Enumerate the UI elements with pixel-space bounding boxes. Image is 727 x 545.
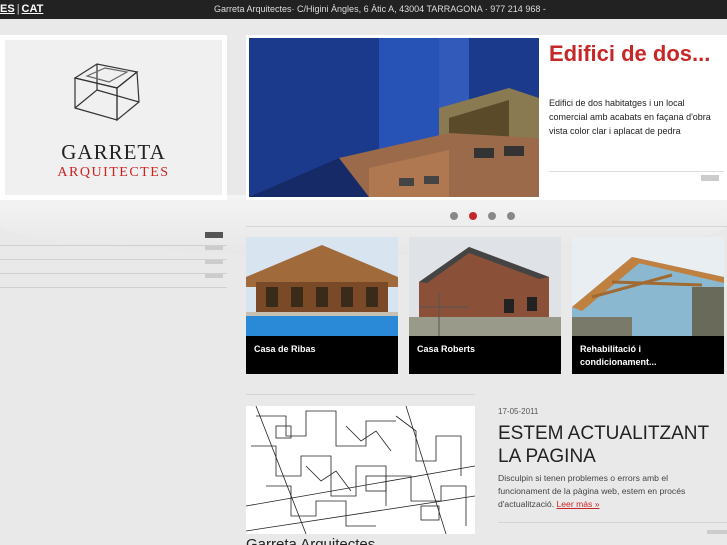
slider-dot-active[interactable] xyxy=(469,212,477,220)
project-caption: Casa Roberts xyxy=(417,344,476,354)
slide-more-tab[interactable] xyxy=(701,175,719,181)
section-divider xyxy=(246,226,727,227)
contact-address: Garreta Arquitectes· C/Higini Àngles, 6 … xyxy=(214,4,546,14)
news-title[interactable]: ESTEM ACTUALITZANT LA PAGINA xyxy=(498,422,718,468)
project-caption: Casa de Ribas xyxy=(254,344,316,354)
slider-pagination xyxy=(450,207,526,225)
slider-dot[interactable] xyxy=(507,212,515,220)
slider-dot[interactable] xyxy=(488,212,496,220)
sidebar-item[interactable] xyxy=(0,274,227,288)
project-caption: Rehabilitació i condicionament... xyxy=(580,344,657,367)
featured-slider: Edifici de dos... Edifici de dos habitat… xyxy=(246,35,727,200)
project-image xyxy=(572,237,724,336)
slide-description: Edifici de dos habitatges i un local com… xyxy=(549,98,711,136)
bottom-section-title: Garreta Arquitectes xyxy=(246,536,376,545)
project-image xyxy=(246,237,398,336)
project-card-rehabilitacio[interactable]: Rehabilitació i condicionament... xyxy=(572,237,724,374)
sidebar-item-tab xyxy=(205,246,223,250)
lang-separator: | xyxy=(16,3,20,15)
sidebar-item[interactable] xyxy=(0,260,227,274)
news-image[interactable] xyxy=(246,406,475,534)
lang-cat-link[interactable]: CAT xyxy=(22,3,44,15)
section-divider xyxy=(498,522,727,523)
read-more-link[interactable]: Leer más » xyxy=(557,499,600,509)
slider-dot[interactable] xyxy=(450,212,458,220)
sidebar-item-tab xyxy=(205,274,223,278)
sidebar-item[interactable] xyxy=(0,232,227,246)
sidebar-item-tab xyxy=(205,260,223,264)
logo[interactable]: GARRETA ARQUITECTES xyxy=(0,35,227,200)
cube-logo-icon xyxy=(73,63,140,122)
news-body: Disculpin si tenen problemes o errors am… xyxy=(498,472,720,511)
sidebar-item[interactable] xyxy=(0,246,227,260)
project-card-casa-de-ribas[interactable]: Casa de Ribas xyxy=(246,237,398,374)
section-divider xyxy=(246,394,475,395)
logo-subtitle: ARQUITECTES xyxy=(57,165,170,180)
project-card-casa-roberts[interactable]: Casa Roberts xyxy=(409,237,561,374)
project-image xyxy=(409,237,561,336)
slide-image[interactable] xyxy=(249,38,539,197)
news-more-tab[interactable] xyxy=(707,530,727,534)
slide-divider xyxy=(549,171,724,172)
slide-title[interactable]: Edifici de dos... xyxy=(549,41,719,67)
lang-es-link[interactable]: ES xyxy=(0,3,15,15)
top-bar: ES | CAT Garreta Arquitectes· C/Higini Àng… xyxy=(0,0,727,19)
language-switcher: ES | CAT xyxy=(0,3,43,15)
sidebar-item-tab xyxy=(205,232,223,238)
logo-name: GARRETA xyxy=(61,140,166,164)
sidebar-menu xyxy=(0,232,227,288)
news-date: 17-05-2011 xyxy=(498,407,539,416)
